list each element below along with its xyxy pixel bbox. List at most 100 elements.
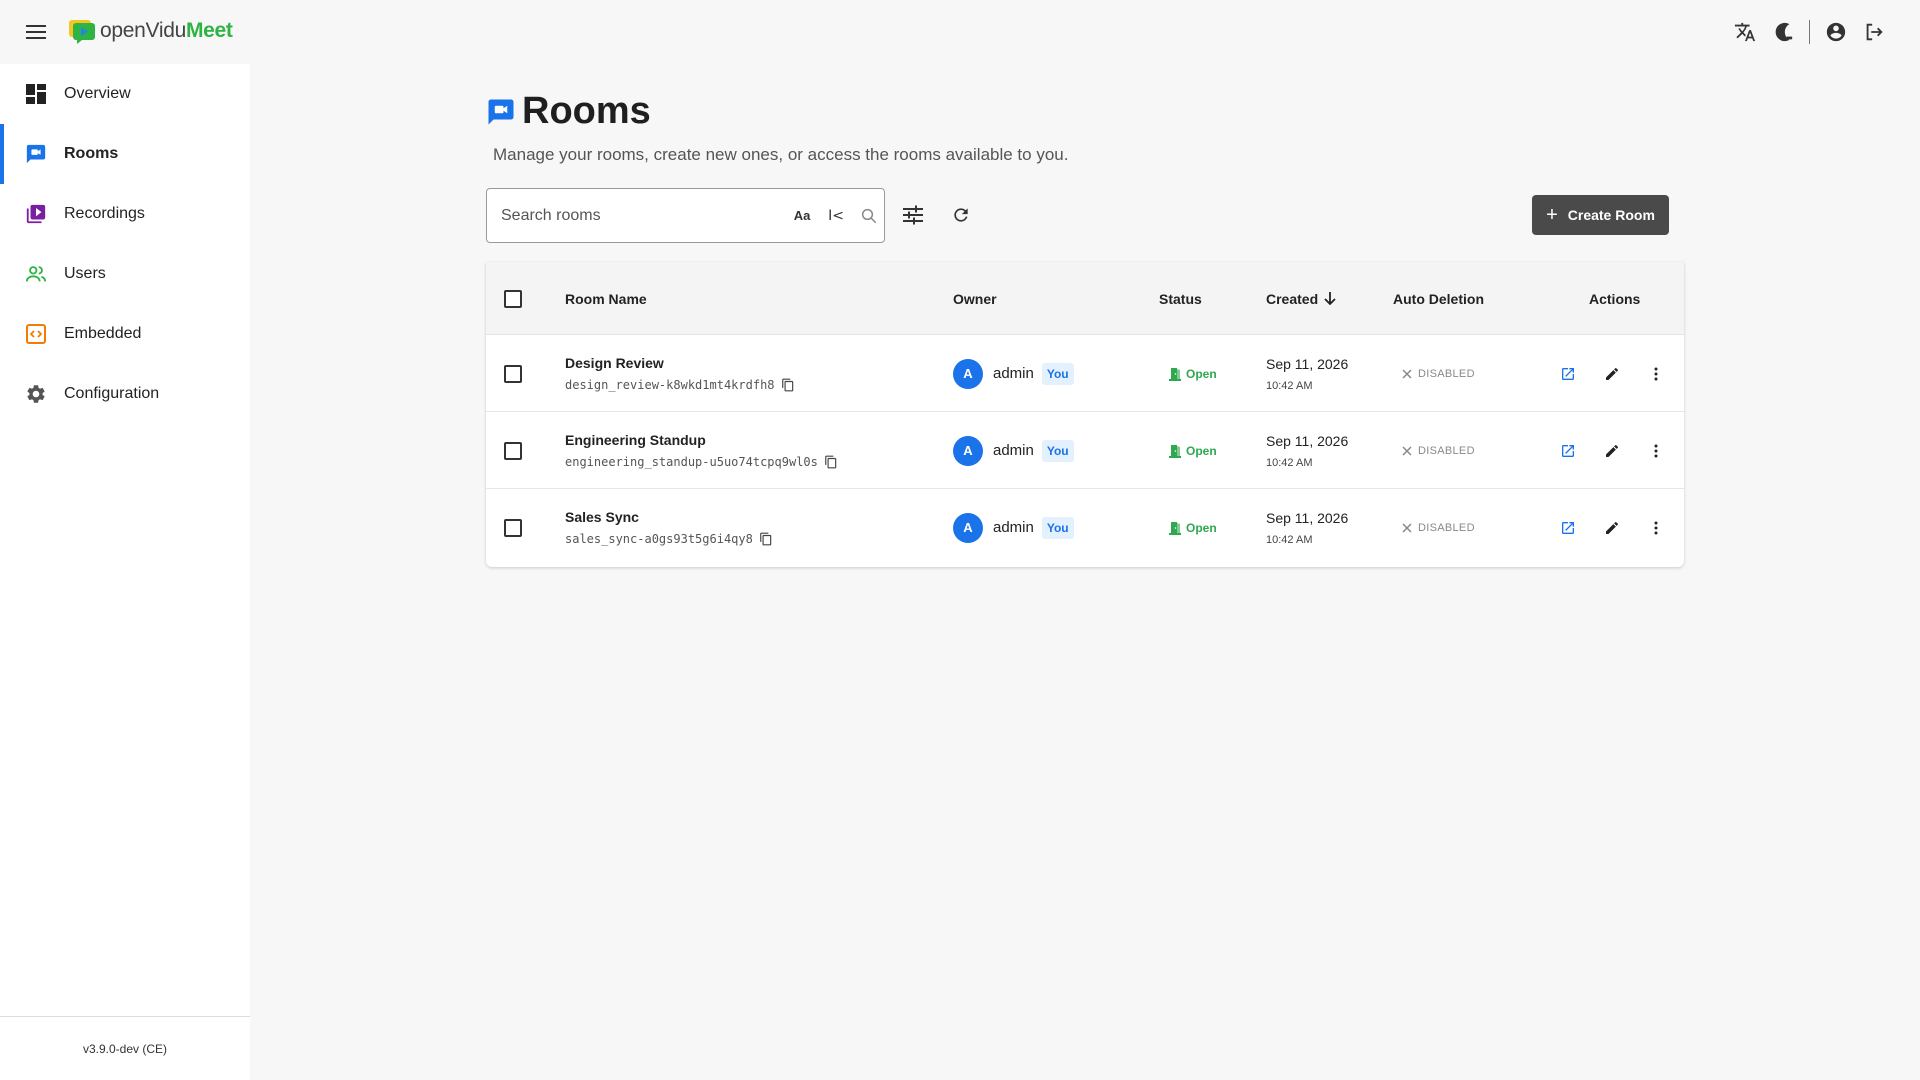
- column-auto-deletion[interactable]: Auto Deletion: [1393, 262, 1484, 335]
- edit-room-button[interactable]: [1598, 514, 1626, 542]
- table-row[interactable]: Design Review design_review-k8wkd1mt4krd…: [486, 335, 1684, 412]
- status-label: Open: [1186, 366, 1217, 381]
- select-cell: [504, 335, 522, 412]
- sidebar-item-overview[interactable]: Overview: [0, 64, 250, 124]
- table-row[interactable]: Sales Sync sales_sync-a0gs93t5g6i4qy8 A …: [486, 489, 1684, 566]
- auto-deletion-status: DISABLED: [1402, 368, 1475, 380]
- owner-cell: A admin You: [953, 412, 1074, 489]
- page-subtitle: Manage your rooms, create new ones, or a…: [493, 145, 1069, 164]
- search-icon[interactable]: [857, 204, 881, 228]
- prefix-match-toggle[interactable]: I<: [823, 208, 849, 224]
- page-title: Rooms: [522, 90, 651, 132]
- rooms-icon: [488, 99, 514, 124]
- sidebar-item-label: Users: [64, 265, 106, 282]
- copy-icon[interactable]: [781, 377, 795, 393]
- auto-deletion-cell: DISABLED: [1402, 489, 1475, 566]
- auto-deletion-label: DISABLED: [1418, 367, 1475, 380]
- sidebar-item-rooms[interactable]: Rooms: [0, 124, 250, 184]
- sidebar-item-users[interactable]: Users: [0, 244, 250, 304]
- row-checkbox[interactable]: [504, 364, 522, 383]
- app-version: v3.9.0-dev (CE): [0, 1016, 250, 1080]
- menu-icon[interactable]: [22, 20, 50, 44]
- status-cell: Open: [1169, 335, 1217, 412]
- close-icon: [1402, 522, 1412, 533]
- room-name-cell: Engineering Standup engineering_standup-…: [565, 412, 838, 489]
- create-room-label: Create Room: [1567, 207, 1655, 223]
- column-status[interactable]: Status: [1159, 262, 1202, 335]
- avatar: A: [953, 358, 983, 389]
- sidebar-item-label: Rooms: [64, 145, 119, 162]
- row-checkbox[interactable]: [504, 441, 522, 460]
- sidebar-item-configuration[interactable]: Configuration: [0, 364, 250, 424]
- logout-icon[interactable]: [1860, 18, 1888, 46]
- column-created-label: Created: [1266, 290, 1319, 307]
- open-room-button[interactable]: [1554, 360, 1582, 388]
- status-badge: Open: [1169, 367, 1217, 381]
- sidebar-item-recordings[interactable]: Recordings: [0, 184, 250, 244]
- door-open-icon: [1169, 367, 1181, 381]
- logo-text-open-vidu: openVidu: [100, 19, 186, 42]
- more-options-button[interactable]: [1642, 360, 1670, 388]
- you-badge: You: [1041, 362, 1074, 385]
- you-badge: You: [1041, 516, 1074, 539]
- open-room-button[interactable]: [1554, 437, 1582, 465]
- more-options-button[interactable]: [1642, 514, 1670, 542]
- filter-icon[interactable]: [897, 199, 929, 231]
- more-vert-icon: [1654, 521, 1658, 534]
- auto-deletion-status: DISABLED: [1402, 522, 1475, 534]
- sidebar-item-label: Configuration: [64, 385, 160, 402]
- column-owner[interactable]: Owner: [953, 262, 997, 335]
- translate-icon[interactable]: [1731, 18, 1759, 46]
- created-date: Sep 11, 2026: [1266, 509, 1349, 526]
- row-checkbox[interactable]: [504, 518, 522, 537]
- avatar: A: [953, 435, 983, 466]
- rooms-table: Room Name Owner Status Created Auto Dele…: [486, 262, 1684, 567]
- room-name[interactable]: Engineering Standup: [565, 432, 706, 448]
- logo-icon: [69, 20, 95, 44]
- close-icon: [1402, 445, 1412, 456]
- created-time: 10:42 AM: [1266, 533, 1313, 546]
- edit-icon: [1606, 444, 1619, 457]
- column-room-name[interactable]: Room Name: [565, 262, 647, 335]
- match-case-toggle[interactable]: Aa: [789, 208, 815, 223]
- select-all-checkbox[interactable]: [504, 289, 522, 308]
- table-header: Room Name Owner Status Created Auto Dele…: [486, 262, 1684, 335]
- room-id: sales_sync-a0gs93t5g6i4qy8: [565, 531, 753, 546]
- column-created[interactable]: Created: [1266, 262, 1336, 335]
- room-name[interactable]: Design Review: [565, 355, 664, 371]
- room-name[interactable]: Sales Sync: [565, 509, 639, 525]
- created-date: Sep 11, 2026: [1266, 432, 1349, 449]
- theme-toggle-icon[interactable]: [1769, 18, 1797, 46]
- created-time: 10:42 AM: [1266, 379, 1313, 392]
- door-open-icon: [1169, 521, 1181, 535]
- more-options-button[interactable]: [1642, 437, 1670, 465]
- embedded-icon: [24, 322, 48, 346]
- sidebar-item-embedded[interactable]: Embedded: [0, 304, 250, 364]
- actions-cell: [1554, 335, 1686, 412]
- room-id: engineering_standup-u5uo74tcpq9wl0s: [565, 454, 818, 469]
- edit-room-button[interactable]: [1598, 437, 1626, 465]
- room-id-line: design_review-k8wkd1mt4krdfh8: [565, 377, 795, 393]
- recordings-icon: [24, 202, 48, 226]
- status-badge: Open: [1169, 521, 1217, 535]
- sidebar-item-label: Overview: [64, 85, 131, 102]
- table-row[interactable]: Engineering Standup engineering_standup-…: [486, 412, 1684, 489]
- open-in-new-icon: [1562, 367, 1574, 380]
- open-in-new-icon: [1562, 521, 1574, 534]
- open-room-button[interactable]: [1554, 514, 1582, 542]
- created-date: Sep 11, 2026: [1266, 355, 1349, 372]
- create-room-button[interactable]: + Create Room: [1532, 195, 1669, 235]
- logo-text-meet: Meet: [185, 19, 233, 42]
- rooms-icon: [24, 142, 48, 166]
- copy-icon[interactable]: [759, 531, 773, 547]
- refresh-icon[interactable]: [945, 199, 977, 231]
- copy-icon[interactable]: [824, 454, 838, 470]
- created-cell: Sep 11, 2026 10:42 AM: [1266, 335, 1348, 412]
- status-label: Open: [1186, 520, 1217, 535]
- close-icon: [1402, 368, 1412, 379]
- account-icon[interactable]: [1822, 18, 1850, 46]
- search-input[interactable]: [501, 206, 781, 225]
- edit-room-button[interactable]: [1598, 360, 1626, 388]
- auto-deletion-cell: DISABLED: [1402, 412, 1475, 489]
- door-open-icon: [1169, 444, 1181, 458]
